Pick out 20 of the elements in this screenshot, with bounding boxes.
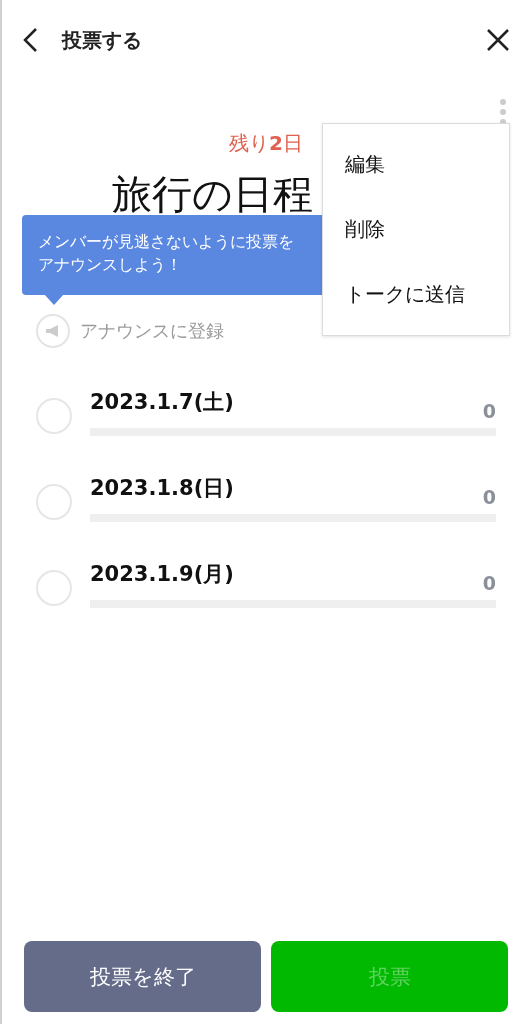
more-icon[interactable] (498, 98, 508, 126)
page-title: 投票する (62, 26, 143, 54)
vote-count: 0 (482, 486, 496, 508)
back-icon (22, 27, 38, 53)
option-label: 2023.1.7(土) (90, 389, 234, 416)
megaphone-icon (45, 324, 61, 338)
back-button[interactable] (22, 27, 38, 53)
end-poll-button[interactable]: 投票を終了 (24, 941, 261, 1012)
radio-button[interactable] (36, 398, 72, 434)
tooltip-pointer (44, 294, 64, 306)
menu-item[interactable]: 編集 (323, 132, 509, 197)
vote-count: 0 (482, 572, 496, 594)
close-button[interactable] (486, 28, 510, 52)
option-label: 2023.1.9(月) (90, 561, 234, 588)
vote-count: 0 (482, 400, 496, 422)
close-icon (486, 28, 510, 52)
radio-button[interactable] (36, 570, 72, 606)
megaphone-button[interactable] (36, 314, 70, 348)
option-label: 2023.1.8(日) (90, 475, 234, 502)
radio-button[interactable] (36, 484, 72, 520)
